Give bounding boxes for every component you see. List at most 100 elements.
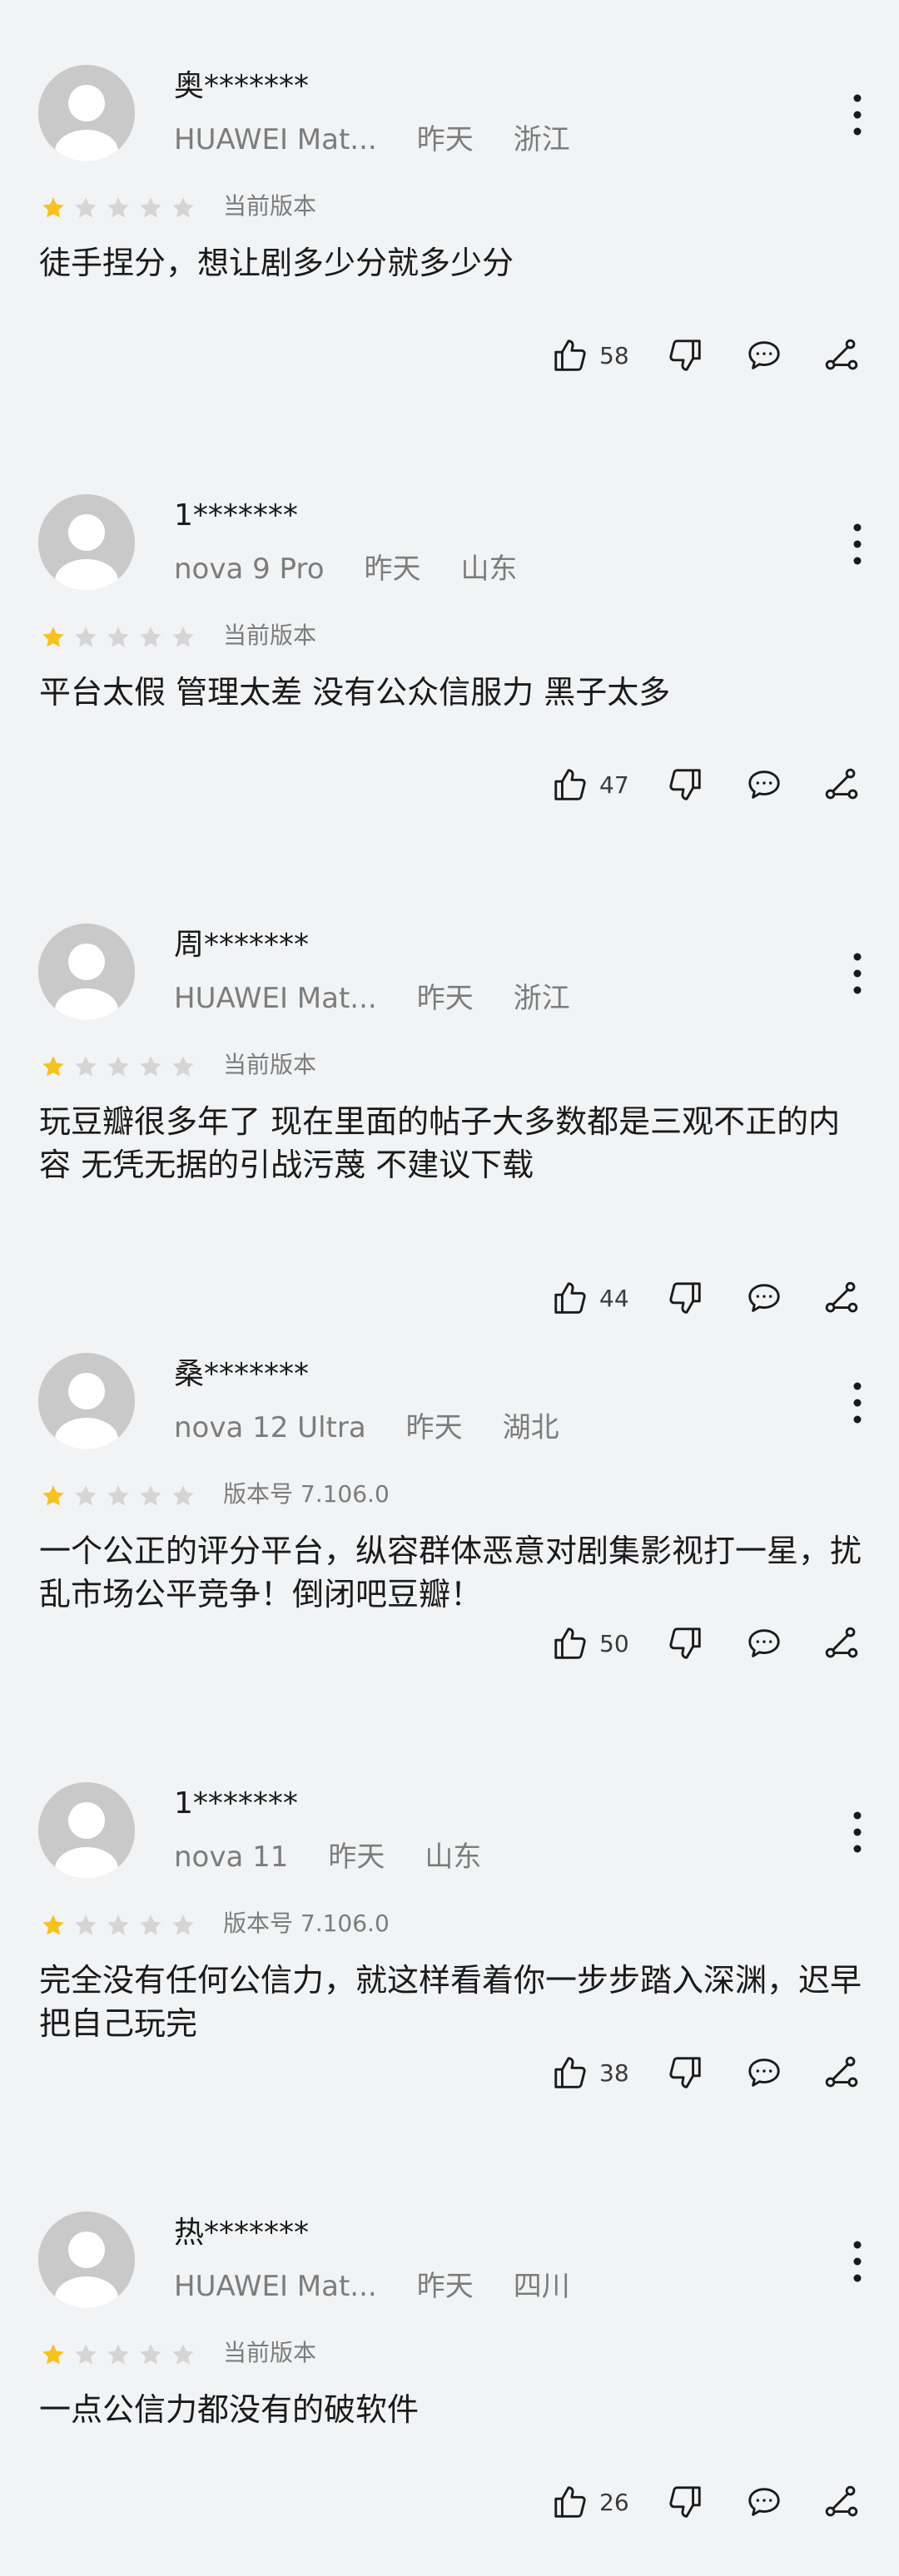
avatar-placeholder-icon — [38, 65, 135, 161]
avatar[interactable] — [38, 1782, 135, 1879]
comment-icon — [748, 341, 780, 369]
star-empty-icon — [140, 2344, 161, 2365]
review-region: 山东 — [460, 552, 518, 586]
review-actions: 47 — [0, 760, 899, 810]
review-text: 徒手捏分，想让剧多少分就多少分 — [39, 245, 514, 281]
star-empty-icon — [107, 2344, 129, 2365]
like-button[interactable]: 38 — [551, 2048, 629, 2098]
star-filled-icon — [42, 1485, 64, 1506]
review-meta: nova 11 昨天 山东 — [174, 1839, 481, 1875]
like-count: 50 — [599, 1629, 629, 1657]
more-options-button[interactable] — [841, 519, 874, 569]
like-button[interactable]: 58 — [551, 330, 629, 380]
reply-button[interactable] — [745, 2048, 783, 2098]
star-empty-icon — [140, 1485, 161, 1506]
avatar-placeholder-icon — [38, 1353, 135, 1449]
like-count: 58 — [599, 341, 629, 369]
share-icon — [825, 1627, 858, 1658]
review-time: 昨天 — [405, 1411, 463, 1444]
review-card: 周******* HUAWEI Mat... 昨天 浙江 当前版本 玩豆瓣很多年… — [0, 859, 899, 1314]
reply-button[interactable] — [745, 2477, 783, 2527]
star-empty-icon — [75, 1056, 97, 1077]
version-label: 当前版本 — [223, 192, 317, 220]
thumbs-up-icon — [554, 339, 586, 371]
review-actions: 50 — [0, 1618, 899, 1668]
star-rating — [40, 1912, 196, 1939]
star-filled-icon — [42, 1056, 64, 1077]
reply-button[interactable] — [745, 330, 783, 380]
share-button[interactable] — [822, 1618, 861, 1668]
username[interactable]: 桑******* — [174, 1356, 309, 1393]
review-region: 山东 — [425, 1840, 482, 1874]
avatar[interactable] — [38, 1353, 135, 1449]
dislike-button[interactable] — [666, 1618, 704, 1668]
dislike-button[interactable] — [666, 2477, 704, 2527]
more-options-button[interactable] — [841, 1807, 874, 1857]
star-empty-icon — [75, 1485, 97, 1506]
star-empty-icon — [107, 1485, 129, 1506]
review-actions: 38 — [0, 2048, 899, 2098]
review-text: 一个公正的评分平台，纵容群体恶意对剧集影视打一星，扰乱市场公平竞争！倒闭吧豆瓣！ — [39, 1533, 862, 1612]
review-meta: HUAWEI Mat... 昨天 浙江 — [174, 121, 570, 158]
review-time: 昨天 — [416, 123, 474, 156]
thumbs-up-icon — [554, 2486, 586, 2518]
username[interactable]: 1******* — [174, 1786, 298, 1822]
version-label: 当前版本 — [223, 1051, 317, 1078]
star-empty-icon — [107, 1915, 129, 1935]
star-empty-icon — [107, 627, 129, 647]
reply-button[interactable] — [745, 760, 783, 810]
share-button[interactable] — [822, 2048, 861, 2098]
thumbs-down-icon — [669, 2057, 701, 2088]
share-button[interactable] — [822, 760, 861, 810]
star-empty-icon — [140, 627, 161, 647]
share-button[interactable] — [822, 330, 861, 380]
review-meta: HUAWEI Mat... 昨天 浙江 — [174, 980, 570, 1017]
more-vertical-icon — [853, 94, 862, 136]
dislike-button[interactable] — [666, 330, 704, 380]
review-region: 湖北 — [502, 1411, 559, 1444]
more-options-button[interactable] — [841, 2237, 874, 2286]
like-count: 47 — [599, 770, 629, 799]
more-vertical-icon — [853, 2241, 862, 2282]
avatar-placeholder-icon — [38, 924, 135, 1020]
share-icon — [825, 339, 858, 370]
share-button[interactable] — [822, 2477, 861, 2527]
device-name: HUAWEI Mat... — [174, 2270, 377, 2303]
more-vertical-icon — [853, 953, 862, 994]
username[interactable]: 奥******* — [174, 68, 309, 105]
more-options-button[interactable] — [841, 90, 874, 140]
star-empty-icon — [75, 1915, 97, 1935]
more-options-button[interactable] — [841, 949, 874, 998]
review-time: 昨天 — [364, 552, 421, 586]
comment-icon — [748, 770, 780, 799]
star-empty-icon — [140, 1915, 161, 1935]
dislike-button[interactable] — [666, 760, 704, 810]
avatar[interactable] — [38, 494, 135, 591]
like-button[interactable]: 26 — [551, 2477, 629, 2527]
avatar[interactable] — [38, 924, 135, 1020]
comment-icon — [748, 1629, 780, 1657]
username[interactable]: 热******* — [174, 2215, 309, 2252]
thumbs-up-icon — [554, 769, 586, 800]
avatar[interactable] — [38, 2212, 135, 2308]
star-empty-icon — [75, 627, 97, 647]
username[interactable]: 1******* — [174, 498, 298, 534]
avatar-placeholder-icon — [38, 2212, 135, 2308]
star-empty-icon — [172, 1485, 194, 1506]
star-empty-icon — [172, 197, 194, 218]
like-button[interactable]: 50 — [551, 1618, 629, 1668]
dislike-button[interactable] — [666, 2048, 704, 2098]
device-name: HUAWEI Mat... — [174, 982, 377, 1015]
avatar[interactable] — [38, 65, 135, 161]
like-button[interactable]: 47 — [551, 760, 629, 810]
star-empty-icon — [172, 1056, 194, 1077]
review-card: 1******* nova 11 昨天 山东 版本号 7.106.0 完全没有任… — [0, 1717, 899, 2147]
review-card: 桑******* nova 12 Ultra 昨天 湖北 版本号 7.106.0… — [0, 1288, 899, 1717]
version-label: 版本号 7.106.0 — [223, 1480, 390, 1508]
reply-button[interactable] — [745, 1618, 783, 1668]
more-options-button[interactable] — [841, 1378, 874, 1428]
review-region: 浙江 — [513, 982, 570, 1015]
username[interactable]: 周******* — [174, 927, 309, 964]
star-rating — [40, 1483, 196, 1509]
thumbs-down-icon — [669, 339, 701, 371]
